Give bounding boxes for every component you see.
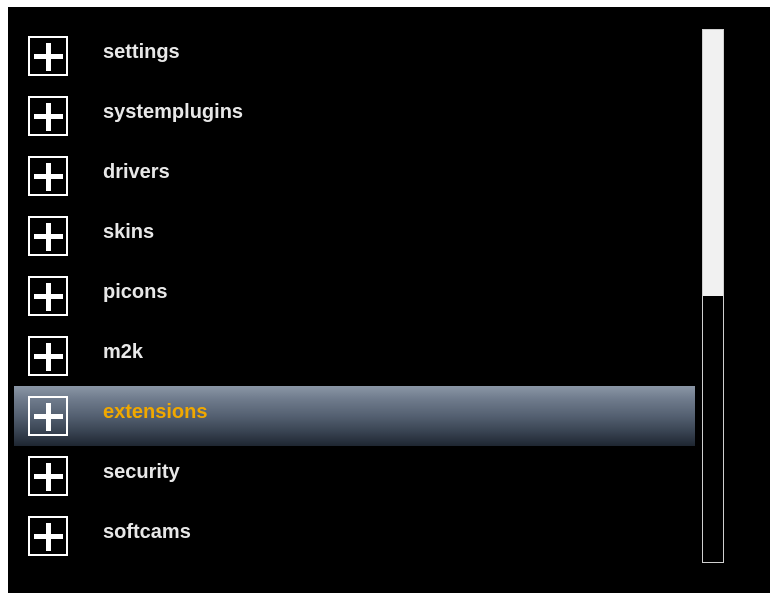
list-item-extensions[interactable]: extensions (14, 386, 695, 446)
plus-icon (28, 216, 68, 256)
list-item-label: security (103, 461, 180, 483)
list-item-drivers[interactable]: drivers (14, 146, 695, 206)
menu-screen: settings systemplugins drivers skins pic… (8, 7, 770, 593)
list-item-softcams[interactable]: softcams (14, 506, 695, 566)
scrollbar-thumb[interactable] (703, 30, 723, 296)
plus-icon (28, 396, 68, 436)
plus-icon (28, 336, 68, 376)
list-item-security[interactable]: security (14, 446, 695, 506)
list-item-label: settings (103, 41, 180, 63)
list-item-label: drivers (103, 161, 170, 183)
menu-list: settings systemplugins drivers skins pic… (14, 26, 695, 566)
list-item-skins[interactable]: skins (14, 206, 695, 266)
list-item-settings[interactable]: settings (14, 26, 695, 86)
plus-icon (28, 96, 68, 136)
list-item-label: softcams (103, 521, 191, 543)
plus-icon (28, 36, 68, 76)
list-item-label: systemplugins (103, 101, 244, 123)
list-item-label: picons (103, 281, 168, 303)
list-item-label: m2k (103, 341, 144, 363)
plus-icon (28, 516, 68, 556)
list-item-systemplugins[interactable]: systemplugins (14, 86, 695, 146)
plus-icon (28, 276, 68, 316)
plus-icon (28, 456, 68, 496)
list-item-picons[interactable]: picons (14, 266, 695, 326)
plus-icon (28, 156, 68, 196)
list-item-label: extensions (103, 401, 208, 423)
list-item-label: skins (103, 221, 155, 243)
list-item-m2k[interactable]: m2k (14, 326, 695, 386)
vertical-scrollbar[interactable] (702, 29, 724, 563)
